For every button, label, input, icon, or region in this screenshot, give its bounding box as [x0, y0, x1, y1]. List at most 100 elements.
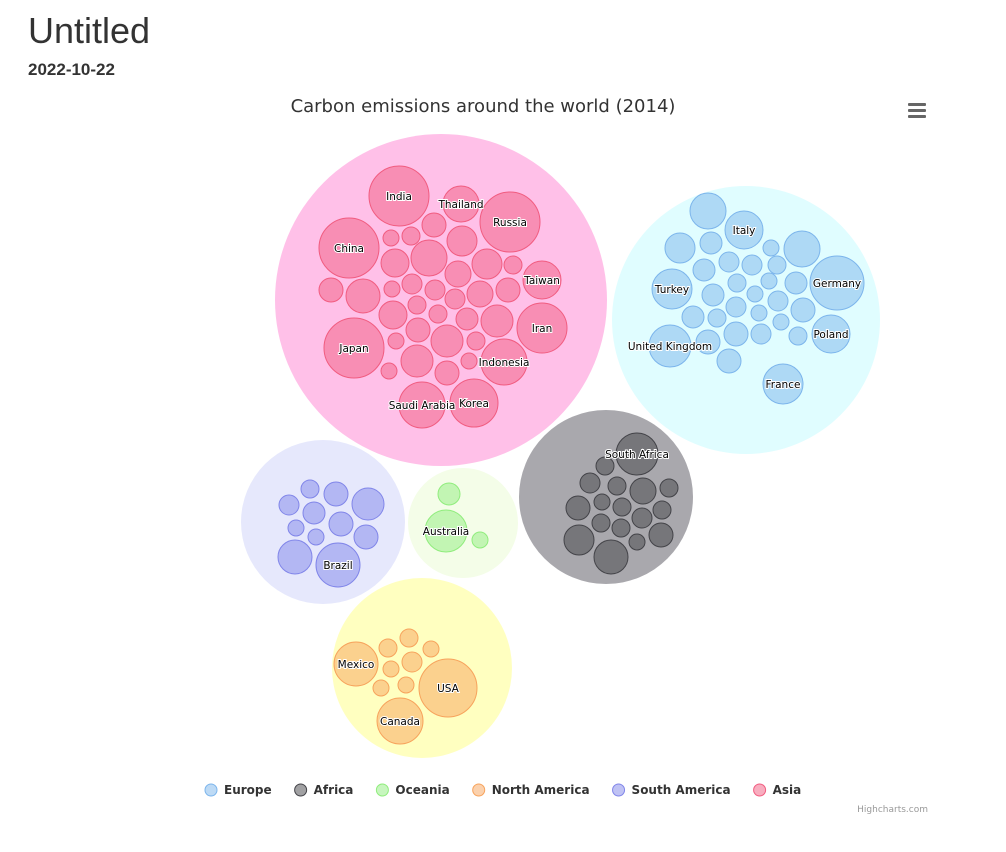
bubble-point[interactable]	[287, 519, 305, 537]
bubble-point[interactable]	[741, 254, 763, 276]
bubble-label: USA	[437, 683, 460, 695]
bubble-point[interactable]	[405, 317, 431, 343]
bubble-point[interactable]	[466, 280, 494, 308]
bubble-point[interactable]	[471, 531, 489, 549]
legend-item-asia[interactable]: Asia	[753, 783, 802, 797]
legend-item-africa[interactable]: Africa	[294, 783, 354, 797]
bubble-point[interactable]	[471, 248, 503, 280]
bubble-point[interactable]	[372, 679, 390, 697]
bubble-point[interactable]	[762, 239, 780, 257]
bubble-point[interactable]	[784, 271, 808, 295]
bubble-point[interactable]	[323, 481, 349, 507]
bubble-point[interactable]	[750, 304, 768, 322]
bubble-point[interactable]	[750, 323, 772, 345]
bubble-point[interactable]	[380, 362, 398, 380]
bubble-point[interactable]	[382, 229, 400, 247]
bubble-point[interactable]	[302, 501, 326, 525]
bubble-point[interactable]	[746, 285, 764, 303]
bubble-point[interactable]	[380, 248, 410, 278]
bubble-point[interactable]	[631, 507, 653, 529]
bubble-point[interactable]	[727, 273, 747, 293]
legend-item-europe[interactable]: Europe	[204, 783, 272, 797]
bubble-point[interactable]	[579, 472, 601, 494]
bubble-point[interactable]	[652, 500, 672, 520]
bubble-point[interactable]	[437, 482, 461, 506]
bubble-point[interactable]	[689, 192, 727, 230]
context-menu-button[interactable]	[904, 99, 930, 121]
bubble-point[interactable]	[434, 360, 460, 386]
bubble-point[interactable]	[277, 539, 313, 575]
bubble-point[interactable]	[460, 352, 478, 370]
bubble-point[interactable]	[495, 277, 521, 303]
bubble-point[interactable]	[428, 304, 448, 324]
bubble-point[interactable]	[401, 226, 421, 246]
bubble-point[interactable]	[466, 331, 486, 351]
bubble-point[interactable]	[716, 348, 742, 374]
bubble-point[interactable]	[400, 344, 434, 378]
bubble-point[interactable]	[345, 278, 381, 314]
bubble-point[interactable]	[351, 487, 385, 521]
bubble-point[interactable]	[328, 511, 354, 537]
bubble-point[interactable]	[772, 313, 790, 331]
legend-label: South America	[632, 783, 731, 797]
bubble-point[interactable]	[430, 324, 464, 358]
bubble-point[interactable]	[593, 493, 611, 511]
bubble-point[interactable]	[382, 660, 400, 678]
bubble-point[interactable]	[278, 494, 300, 516]
bubble-point[interactable]	[701, 283, 725, 307]
bubble-point[interactable]	[401, 273, 423, 295]
bubble-point[interactable]	[725, 296, 747, 318]
bubble-point[interactable]	[783, 230, 821, 268]
bubble-point[interactable]	[723, 321, 749, 347]
bubble-point[interactable]	[300, 479, 320, 499]
bubble-point[interactable]	[707, 308, 727, 328]
bubble-point[interactable]	[318, 277, 344, 303]
bubble-point[interactable]	[410, 239, 448, 277]
bubble-point[interactable]	[790, 297, 816, 323]
legend-item-oceania[interactable]: Oceania	[375, 783, 450, 797]
bubble-point[interactable]	[383, 280, 401, 298]
bubble-point[interactable]	[611, 518, 631, 538]
bubble-point[interactable]	[444, 288, 466, 310]
bubble-point[interactable]	[681, 305, 705, 329]
bubble-point[interactable]	[767, 290, 789, 312]
bubble-point[interactable]	[378, 638, 398, 658]
bubble-point[interactable]	[397, 676, 415, 694]
bubble-point[interactable]	[699, 231, 723, 255]
bubble-point[interactable]	[591, 513, 611, 533]
bubble-point[interactable]	[444, 260, 472, 288]
bubble-point[interactable]	[421, 212, 447, 238]
bubble-point[interactable]	[607, 476, 627, 496]
bubble-point[interactable]	[612, 497, 632, 517]
bubble-point[interactable]	[760, 272, 778, 290]
bubble-point[interactable]	[718, 251, 740, 273]
bubble-point[interactable]	[387, 332, 405, 350]
bubble-point[interactable]	[659, 478, 679, 498]
legend-item-south-america[interactable]: South America	[612, 783, 731, 797]
bubble-point[interactable]	[353, 524, 379, 550]
bubble-point[interactable]	[401, 651, 423, 673]
bubble-point[interactable]	[565, 495, 591, 521]
legend-label: North America	[492, 783, 590, 797]
legend-item-north-america[interactable]: North America	[472, 783, 590, 797]
bubble-point[interactable]	[629, 477, 657, 505]
bubble-point[interactable]	[628, 533, 646, 551]
bubble-point[interactable]	[378, 300, 408, 330]
bubble-point[interactable]	[788, 326, 808, 346]
credits-link[interactable]: Highcharts.com	[857, 805, 928, 815]
bubble-point[interactable]	[563, 524, 595, 556]
bubble-point[interactable]	[446, 225, 478, 257]
bubble-point[interactable]	[307, 528, 325, 546]
bubble-point[interactable]	[664, 232, 696, 264]
bubble-point[interactable]	[424, 279, 446, 301]
bubble-point[interactable]	[455, 307, 479, 331]
bubble-point[interactable]	[480, 304, 514, 338]
bubble-point[interactable]	[648, 522, 674, 548]
bubble-point[interactable]	[593, 539, 629, 575]
bubble-point[interactable]	[692, 258, 716, 282]
bubble-point[interactable]	[407, 295, 427, 315]
bubble-point[interactable]	[767, 255, 787, 275]
bubble-point[interactable]	[399, 628, 419, 648]
bubble-point[interactable]	[503, 255, 523, 275]
bubble-point[interactable]	[422, 640, 440, 658]
